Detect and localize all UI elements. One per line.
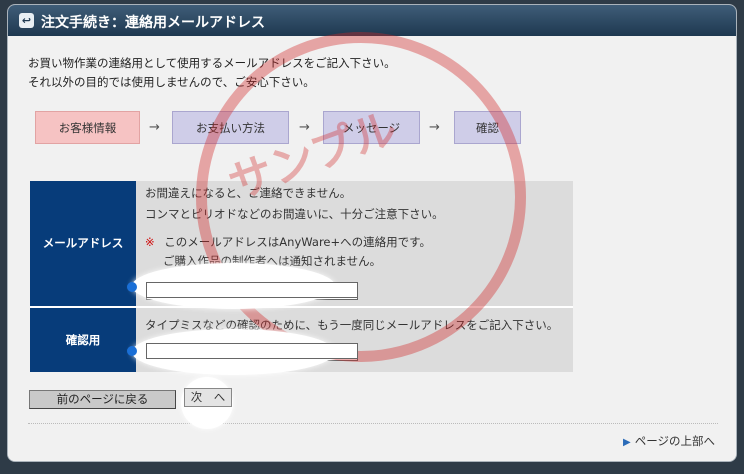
email-input-overlay[interactable] [146, 282, 358, 298]
confirm-email-input-overlay[interactable] [146, 343, 358, 359]
step-payment-method: お支払い方法 [172, 111, 289, 144]
intro-text: お買い物作業の連絡用として使用するメールアドレスをご記入下さい。 それ以外の目的… [28, 54, 396, 92]
footer-divider [28, 423, 718, 424]
confirm-label: 確認用 [30, 308, 136, 372]
page-top-link[interactable]: ▶ ページの上部へ [623, 433, 715, 449]
email-note-3-text: このメールアドレスはAnyWare+への連絡用です。 [164, 235, 431, 249]
back-button[interactable]: 前のページに戻る [29, 390, 176, 409]
email-note-4: ご購入作品の制作者へは通知されません。 [163, 254, 382, 268]
step-confirm: 確認 [454, 111, 521, 144]
page-top-link-label: ページの上部へ [634, 434, 715, 448]
next-button-overlay[interactable]: 次 へ [184, 388, 232, 407]
email-label: メールアドレス [30, 181, 136, 306]
title-bar: ↩ 注文手続き：連絡用メールアドレス [8, 5, 736, 36]
email-note-2: コンマとピリオドなどのお間違いに、十分ご注意下さい。 [145, 207, 444, 221]
triangle-right-icon: ▶ [623, 437, 631, 448]
order-panel: ↩ 注文手続き：連絡用メールアドレス お買い物作業の連絡用として使用するメールア… [7, 4, 737, 462]
email-note-1: お間違えになると、ご連絡できません。 [145, 186, 352, 200]
intro-line-2: それ以外の目的では使用しませんので、ご安心下さい。 [28, 75, 315, 89]
step-arrow-icon: → [299, 120, 310, 135]
intro-line-1: お買い物作業の連絡用として使用するメールアドレスをご記入下さい。 [28, 56, 396, 70]
step-customer-info: お客様情報 [35, 111, 140, 144]
confirm-field-cell: タイプミスなどの確認のために、もう一度同じメールアドレスをご記入下さい。 [136, 308, 573, 372]
confirm-note: タイプミスなどの確認のために、もう一度同じメールアドレスをご記入下さい。 [145, 318, 559, 332]
email-note-3: ※ このメールアドレスはAnyWare+への連絡用です。 [145, 234, 431, 250]
page-title: 注文手続き：連絡用メールアドレス [41, 15, 265, 31]
step-arrow-icon: → [429, 120, 440, 135]
content-area: お買い物作業の連絡用として使用するメールアドレスをご記入下さい。 それ以外の目的… [8, 36, 736, 461]
step-arrow-icon: → [149, 120, 160, 135]
step-message: メッセージ [323, 111, 420, 144]
warning-mark-icon: ※ [145, 235, 155, 249]
return-icon: ↩ [19, 13, 34, 28]
